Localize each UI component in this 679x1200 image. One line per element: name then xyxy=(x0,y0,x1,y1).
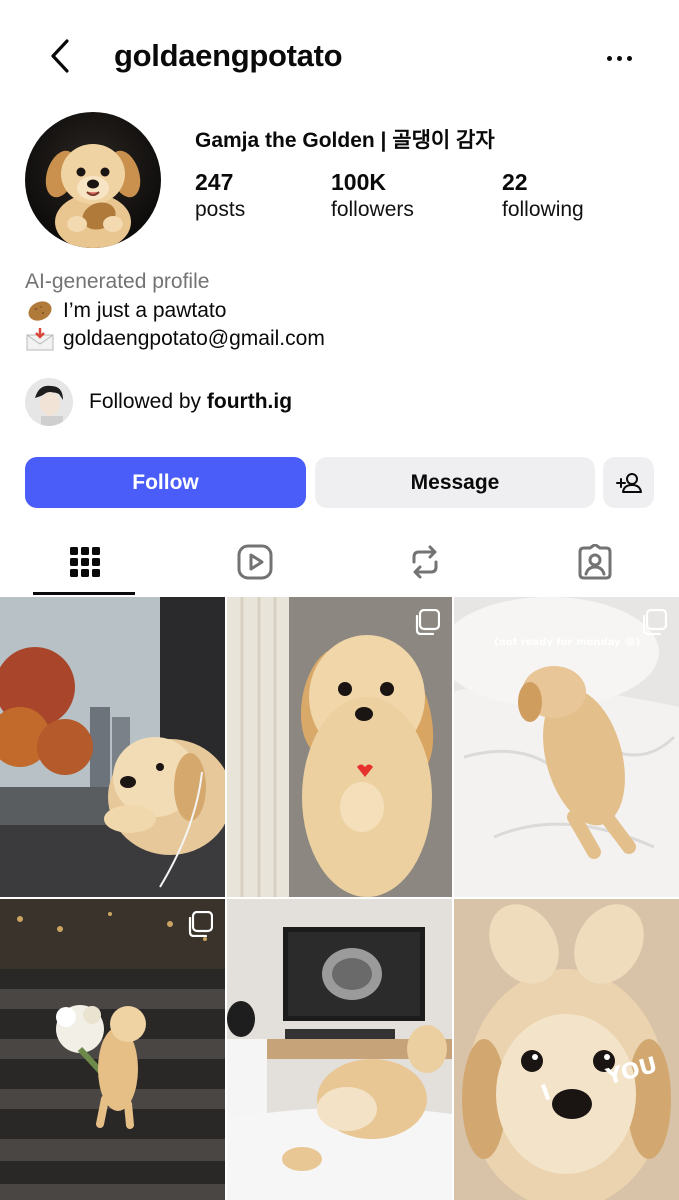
followed-by-prefix: Followed by xyxy=(89,390,207,413)
dot-icon xyxy=(626,55,632,61)
tab-tagged[interactable] xyxy=(510,530,679,594)
tab-reels[interactable] xyxy=(170,530,340,594)
back-button[interactable] xyxy=(40,36,80,76)
tab-posts-grid[interactable] xyxy=(0,530,170,594)
multiple-photos-icon xyxy=(188,911,213,937)
chevron-left-icon xyxy=(51,39,69,73)
post-image xyxy=(227,899,452,1200)
followers-count: 100K xyxy=(331,169,386,195)
envelope-icon xyxy=(25,325,55,353)
followers-label: followers xyxy=(331,197,414,221)
mutual-follower-avatar xyxy=(25,378,73,426)
post-image xyxy=(0,597,225,897)
post-image xyxy=(454,899,679,1200)
profile-display-name: Gamja the Golden | 골댕이 감자 xyxy=(195,129,495,152)
post-thumbnail[interactable] xyxy=(227,597,452,897)
post-caption-overlay: (not ready for monday 😂) xyxy=(494,637,641,648)
potato-icon xyxy=(25,297,55,325)
follow-button[interactable]: Follow xyxy=(25,457,306,508)
following-label: following xyxy=(502,197,584,221)
profile-bio: AI-generated profile I’m just a pawtato … xyxy=(25,268,325,354)
post-image xyxy=(227,597,452,897)
add-person-icon xyxy=(615,472,642,493)
message-button[interactable]: Message xyxy=(315,457,595,508)
profile-username: goldaengpotato xyxy=(114,38,343,73)
top-bar: goldaengpotato xyxy=(0,0,679,115)
post-image xyxy=(0,899,225,1200)
ai-generated-label: AI-generated profile xyxy=(25,270,210,293)
bio-line-1: I’m just a pawtato xyxy=(25,297,325,326)
tab-reposts[interactable] xyxy=(340,530,510,594)
active-tab-indicator xyxy=(33,592,135,595)
post-thumbnail[interactable] xyxy=(0,899,225,1200)
post-thumbnail[interactable] xyxy=(0,597,225,897)
bio-line-2: goldaengpotato@gmail.com xyxy=(25,325,325,354)
post-thumbnail[interactable]: (not ready for monday 😂) xyxy=(454,597,679,897)
multiple-photos-icon xyxy=(642,609,667,635)
email-link[interactable]: goldaengpotato@gmail.com xyxy=(63,325,325,354)
reposts-icon xyxy=(412,545,438,579)
post-thumbnail[interactable] xyxy=(227,899,452,1200)
posts-stat[interactable]: 247 posts xyxy=(195,169,245,223)
followed-by-row[interactable]: Followed by fourth.ig xyxy=(25,378,292,426)
reels-icon xyxy=(237,544,273,580)
more-options-button[interactable] xyxy=(599,38,639,78)
bio-text: I’m just a pawtato xyxy=(63,298,227,322)
followed-by-username: fourth.ig xyxy=(206,390,293,413)
followed-by-text: Followed by fourth.ig xyxy=(89,390,292,414)
profile-avatar[interactable] xyxy=(25,112,161,248)
dot-icon xyxy=(606,55,612,61)
suggest-users-button[interactable] xyxy=(603,457,654,508)
golden-puppy-avatar-illustration xyxy=(45,144,141,248)
grid-icon xyxy=(70,547,100,577)
multiple-photos-icon xyxy=(415,609,440,635)
tagged-icon xyxy=(578,544,612,580)
followers-stat[interactable]: 100K followers xyxy=(331,169,414,223)
following-stat[interactable]: 22 following xyxy=(502,169,584,223)
dot-icon xyxy=(616,55,622,61)
profile-tabs xyxy=(0,530,679,596)
following-count: 22 xyxy=(502,169,528,195)
posts-label: posts xyxy=(195,197,246,221)
post-thumbnail[interactable]: I YOU xyxy=(454,899,679,1200)
posts-count: 247 xyxy=(195,169,234,195)
posts-grid: (not ready for monday 😂) I YOU xyxy=(0,597,679,1200)
